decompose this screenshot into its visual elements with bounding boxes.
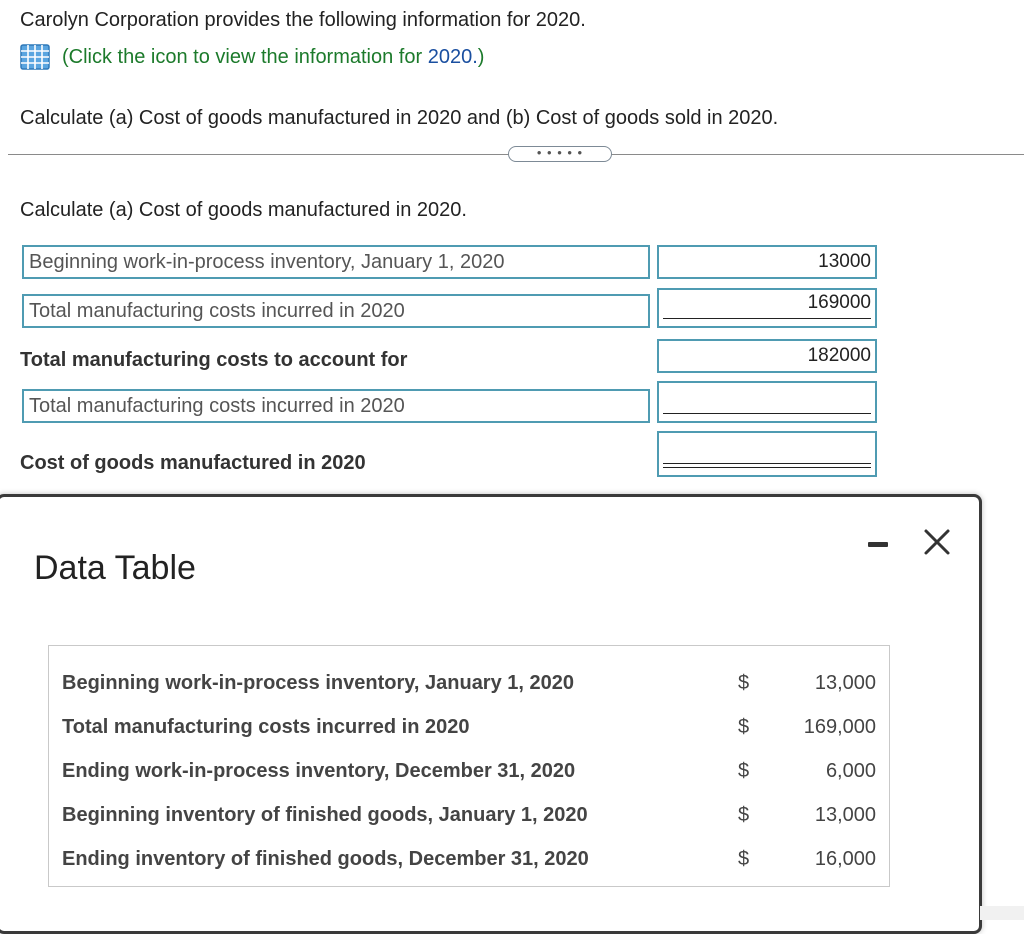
instruction-text: Calculate (a) Cost of goods manufactured… [20,107,779,129]
total-costs-label: Total manufacturing costs to account for [20,349,408,371]
row-value-1: 13000 [818,251,871,272]
row-value-input-4[interactable] [657,381,877,423]
table-row-currency: $ [738,848,750,870]
table-row-label: Ending inventory of finished goods, Dece… [62,848,589,870]
table-row-amount: 13,000 [814,672,876,694]
table-row-currency: $ [738,716,750,738]
minimize-bar [868,542,888,547]
info-link[interactable]: (Click the icon to view the information … [62,46,484,69]
row-value-input-5[interactable] [657,431,877,477]
table-row-amount: 169,000 [803,716,876,738]
table-row: Beginning work-in-process inventory, Jan… [62,672,878,702]
table-row-amount: 6,000 [825,760,876,782]
row-label-select-4[interactable]: Total manufacturing costs incurred in 20… [22,389,650,423]
modal-title: Data Table [34,549,196,587]
table-row-currency: $ [738,672,750,694]
table-row-currency: $ [738,760,750,782]
table-row-currency: $ [738,804,750,826]
minimize-icon[interactable] [866,528,892,554]
table-grid-icon[interactable] [20,44,50,70]
double-underline [663,463,871,468]
intro-text: Carolyn Corporation provides the followi… [20,9,586,31]
info-link-text: (Click the icon to view the information … [62,45,428,68]
row-value-2: 169000 [807,292,871,313]
section-a-title: Calculate (a) Cost of goods manufactured… [20,199,467,221]
row-value-input-3[interactable]: 182000 [657,339,877,373]
info-link-row[interactable]: (Click the icon to view the information … [20,44,484,70]
info-link-year: 2020. [427,45,478,68]
single-underline [663,413,871,414]
single-underline [663,318,871,319]
table-row: Ending inventory of finished goods, Dece… [62,848,878,878]
row-value-input-1[interactable]: 13000 [657,245,877,279]
row-label-select-2[interactable]: Total manufacturing costs incurred in 20… [22,294,650,328]
info-link-close: ) [477,45,485,68]
cogm-label: Cost of goods manufactured in 2020 [20,452,366,474]
row-value-3: 182000 [807,345,871,366]
table-row-amount: 13,000 [814,804,876,826]
scrollbar-corner [980,906,1024,920]
table-row-amount: 16,000 [814,848,876,870]
table-row: Beginning inventory of finished goods, J… [62,804,878,834]
table-row: Total manufacturing costs incurred in 20… [62,716,878,746]
table-row-label: Beginning inventory of finished goods, J… [62,804,588,826]
table-row-label: Ending work-in-process inventory, Decemb… [62,760,576,782]
row-value-input-2[interactable]: 169000 [657,288,877,328]
expand-button[interactable]: • • • • • [508,146,612,162]
table-row-label: Beginning work-in-process inventory, Jan… [62,672,575,694]
close-icon[interactable] [920,525,954,559]
table-row: Ending work-in-process inventory, Decemb… [62,760,878,790]
table-row-label: Total manufacturing costs incurred in 20… [62,716,470,738]
row-label-select-1[interactable]: Beginning work-in-process inventory, Jan… [22,245,650,279]
